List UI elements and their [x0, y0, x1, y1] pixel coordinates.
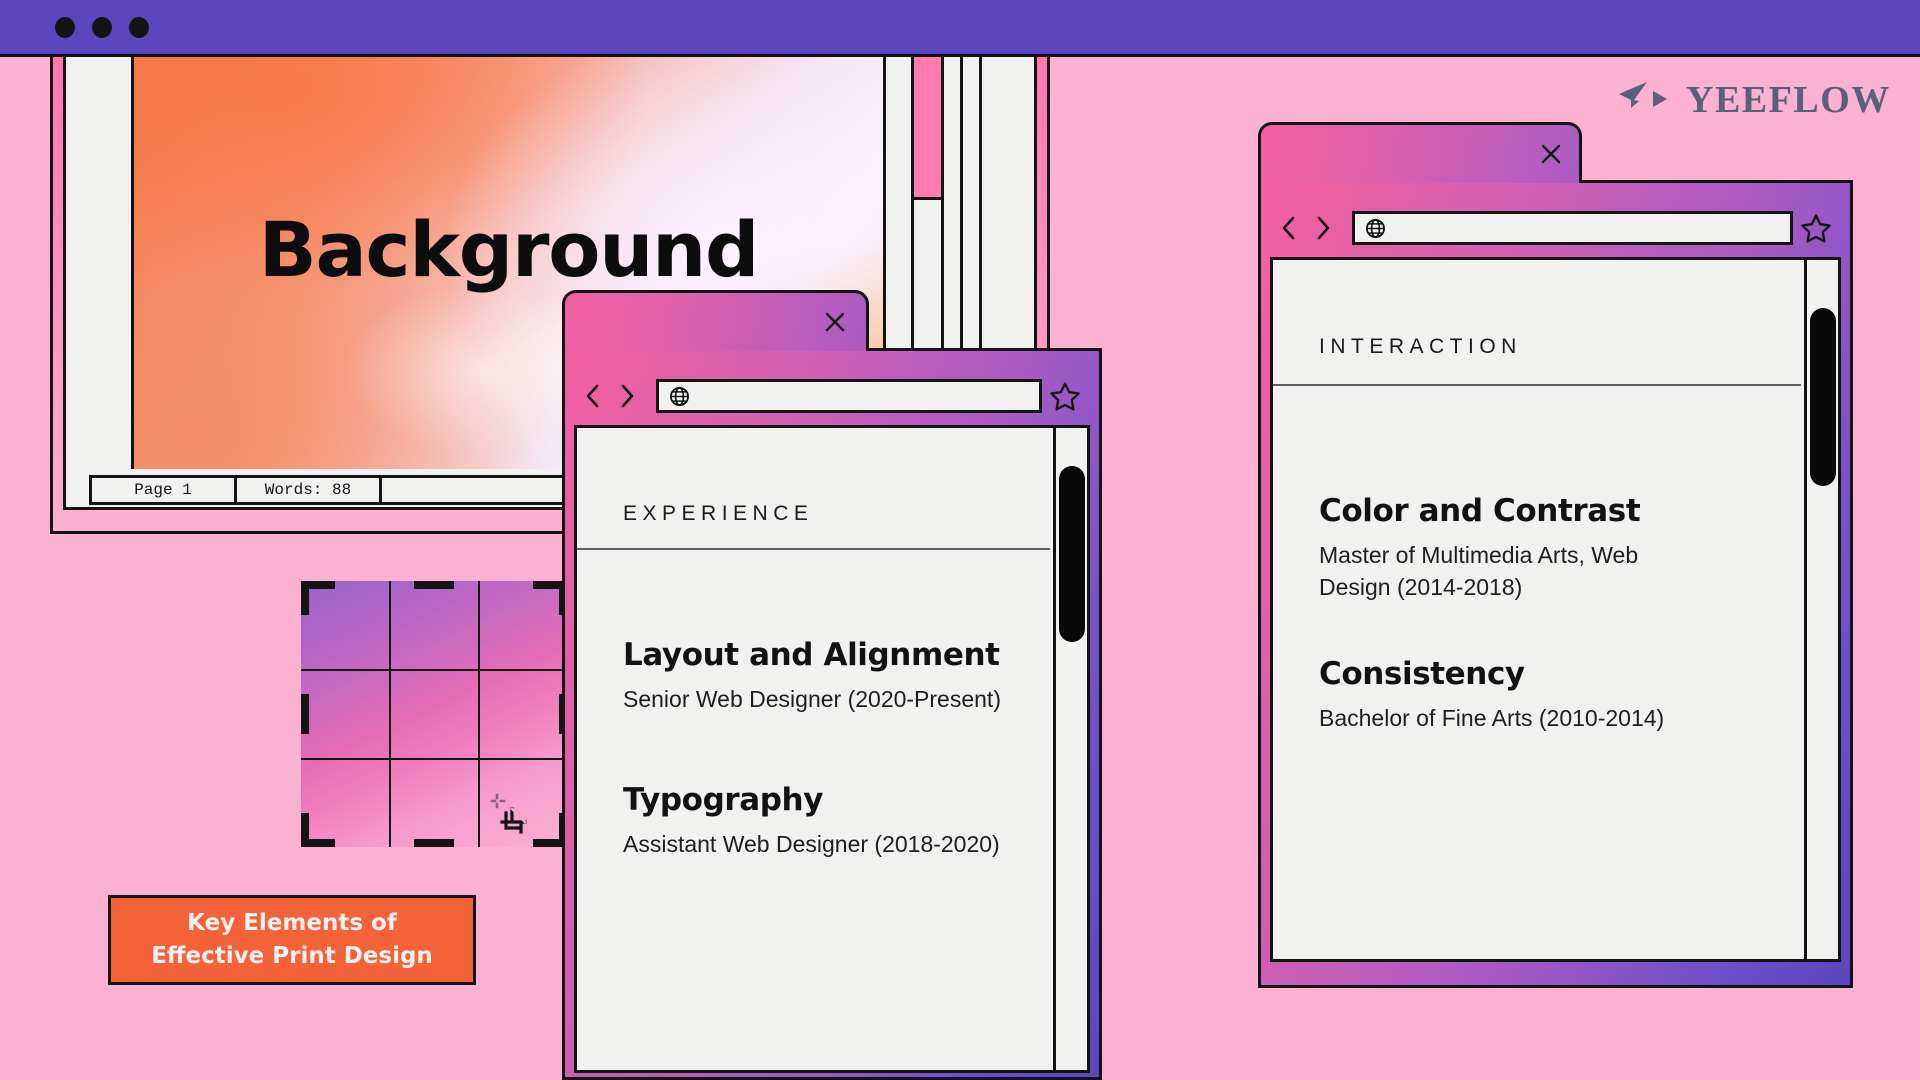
section-divider	[1273, 384, 1801, 386]
viewport-scrollbar[interactable]	[1053, 428, 1087, 1070]
viewport-scrollbar-thumb[interactable]	[1059, 466, 1085, 642]
crop-grid-tool[interactable]	[294, 574, 574, 854]
paper-plane-icon	[1617, 80, 1673, 120]
browser-toolbar	[1272, 208, 1839, 248]
section-divider	[577, 548, 1050, 550]
entry-subtitle: Bachelor of Fine Arts (2010-2014)	[1319, 705, 1665, 731]
crop-handle-bottom-middle[interactable]	[414, 839, 454, 847]
entry-title: Typography	[623, 782, 824, 818]
document-scrollbar-thumb[interactable]	[914, 57, 941, 200]
entry-title: Layout and Alignment	[623, 637, 1000, 673]
window-dot-minimize[interactable]	[92, 16, 112, 38]
address-bar[interactable]	[656, 379, 1042, 413]
window-controls	[55, 16, 149, 38]
document-page-title: Background	[258, 205, 760, 294]
entry-subtitle: Senior Web Designer (2020-Present)	[623, 686, 1001, 712]
app-canvas: Background Page 1 Words: 88 Key Elements…	[0, 0, 1920, 1080]
star-icon[interactable]	[1042, 376, 1088, 416]
entry-title: Color and Contrast	[1319, 493, 1641, 529]
key-elements-button[interactable]: Key Elements of Effective Print Design	[108, 895, 476, 985]
list-item: Color and Contrast Master of Multimedia …	[1319, 493, 1649, 603]
address-bar[interactable]	[1352, 211, 1793, 245]
browser-viewport: EXPERIENCE Layout and Alignment Senior W…	[574, 425, 1090, 1073]
entry-subtitle: Assistant Web Designer (2018-2020)	[623, 831, 1000, 857]
viewport-content: INTERACTION Color and Contrast Master of…	[1273, 260, 1801, 959]
globe-icon	[669, 386, 690, 407]
chevron-left-icon[interactable]	[576, 378, 610, 414]
logo-wordmark: YEEFLOW	[1686, 79, 1891, 121]
list-item: Layout and Alignment Senior Web Designer…	[623, 637, 1001, 716]
crop-handle-left-middle[interactable]	[301, 694, 309, 734]
viewport-content: EXPERIENCE Layout and Alignment Senior W…	[577, 428, 1050, 1070]
crop-handle-bottom-left[interactable]	[301, 813, 309, 847]
browser-window-experience: EXPERIENCE Layout and Alignment Senior W…	[562, 290, 1102, 1080]
address-input[interactable]	[690, 387, 1039, 405]
viewport-scrollbar-thumb[interactable]	[1810, 308, 1836, 486]
crop-handle-top-middle[interactable]	[414, 581, 454, 589]
browser-tab[interactable]	[562, 290, 869, 351]
browser-window-interaction: INTERACTION Color and Contrast Master of…	[1258, 122, 1853, 988]
entry-subtitle: Master of Multimedia Arts, Web Design (2…	[1319, 542, 1639, 600]
close-icon[interactable]	[820, 307, 850, 337]
browser-tab[interactable]	[1258, 122, 1582, 183]
close-icon[interactable]	[1536, 139, 1566, 169]
list-item: Consistency Bachelor of Fine Arts (2010-…	[1319, 656, 1719, 735]
list-item: Typography Assistant Web Designer (2018-…	[623, 782, 1000, 861]
chevron-right-icon[interactable]	[610, 378, 644, 414]
browser-viewport: INTERACTION Color and Contrast Master of…	[1270, 257, 1841, 962]
window-titlebar	[0, 0, 1920, 57]
yeeflow-logo: YEEFLOW	[1617, 78, 1891, 122]
chevron-right-icon[interactable]	[1306, 210, 1340, 246]
globe-icon	[1365, 218, 1386, 239]
crop-handle-top-left[interactable]	[301, 581, 309, 615]
viewport-scrollbar[interactable]	[1804, 260, 1838, 959]
window-dot-close[interactable]	[55, 16, 75, 38]
browser-toolbar	[576, 376, 1088, 416]
address-input[interactable]	[1386, 219, 1790, 237]
chevron-left-icon[interactable]	[1272, 210, 1306, 246]
window-dot-maximize[interactable]	[129, 16, 149, 38]
statusbar-page-indicator: Page 1	[92, 478, 237, 502]
entry-title: Consistency	[1319, 656, 1525, 692]
section-kicker-experience: EXPERIENCE	[623, 502, 814, 525]
crop-cursor-icon	[490, 789, 536, 840]
statusbar-word-count: Words: 88	[237, 478, 382, 502]
star-icon[interactable]	[1793, 208, 1839, 248]
section-kicker-interaction: INTERACTION	[1319, 335, 1522, 358]
